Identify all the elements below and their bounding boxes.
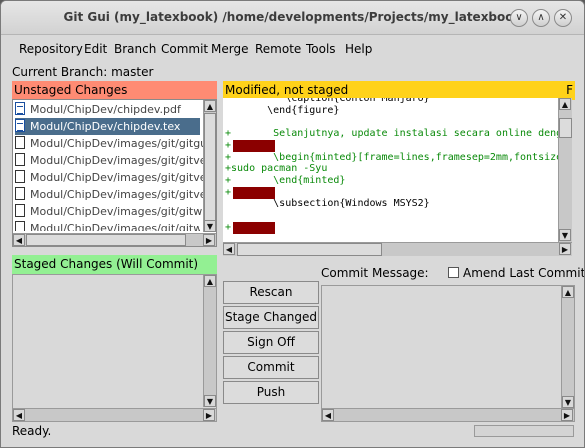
progress-bar: [474, 425, 574, 437]
scroll-right-arrow-icon[interactable]: ▶: [559, 243, 571, 255]
menu-tools[interactable]: Tools: [306, 42, 336, 56]
unstaged-horizontal-scrollbar[interactable]: ◀ ▶: [13, 233, 216, 246]
menu-branch[interactable]: Branch: [114, 42, 156, 56]
stage-changed-button[interactable]: Stage Changed: [223, 306, 319, 329]
diff-horizontal-scrollbar[interactable]: ◀ ▶: [223, 242, 572, 256]
rescan-button[interactable]: Rescan: [223, 281, 319, 304]
scroll-left-arrow-icon[interactable]: ◀: [223, 243, 235, 255]
list-item[interactable]: Modul/ChipDev/chipdev.pdf: [15, 101, 200, 118]
scroll-thumb[interactable]: [204, 113, 216, 221]
close-button[interactable]: ✕: [554, 9, 572, 27]
document-icon: [15, 102, 25, 115]
list-item[interactable]: Modul/ChipDev/images/git/gitwinma: [15, 220, 200, 231]
list-item[interactable]: Modul/ChipDev/images/git/gitgui.pn: [15, 135, 216, 152]
commit-horizontal-scrollbar[interactable]: ◀ ▶: [322, 408, 574, 421]
window-title: Git Gui (my_latexbook) /home/development…: [63, 10, 522, 24]
file-icon: [15, 136, 25, 149]
diff-line: \end{figure}: [225, 104, 340, 116]
diff-view[interactable]: \caption{Contoh Manjaro} \end{figure} + S…: [223, 98, 558, 242]
scroll-down-arrow-icon[interactable]: ▼: [204, 220, 216, 232]
diff-vertical-scrollbar[interactable]: ▲ ▼: [558, 98, 572, 242]
scroll-thumb[interactable]: [26, 234, 186, 246]
scroll-up-arrow-icon[interactable]: ▲: [204, 275, 216, 287]
scroll-thumb[interactable]: [237, 243, 382, 256]
scroll-down-arrow-icon[interactable]: ▼: [204, 395, 216, 407]
document-icon: [15, 119, 25, 132]
title-bar: Git Gui (my_latexbook) /home/development…: [1, 1, 584, 35]
unstaged-vertical-scrollbar[interactable]: ▲ ▼: [203, 100, 216, 232]
file-icon: [15, 221, 25, 231]
scroll-up-arrow-icon[interactable]: ▲: [562, 286, 574, 298]
scroll-thumb[interactable]: [559, 118, 572, 138]
amend-checkbox[interactable]: [448, 267, 459, 278]
diff-status: Modified, not staged: [225, 83, 349, 97]
list-item[interactable]: Modul/ChipDev/images/git/gitverwi: [15, 186, 216, 203]
list-item[interactable]: Modul/ChipDev/images/git/gitwinins: [15, 203, 216, 220]
maximize-button[interactable]: ∧: [532, 9, 550, 27]
file-icon: [15, 170, 25, 183]
scroll-right-arrow-icon[interactable]: ▶: [561, 409, 573, 421]
menu-merge[interactable]: Merge: [211, 42, 248, 56]
current-branch: Current Branch: master: [12, 65, 153, 79]
commit-button[interactable]: Commit: [223, 356, 319, 379]
scroll-up-arrow-icon[interactable]: ▲: [559, 98, 571, 110]
file-icon: [15, 204, 25, 217]
file-icon: [15, 153, 25, 166]
scroll-left-arrow-icon[interactable]: ◀: [13, 234, 25, 246]
menu-help[interactable]: Help: [345, 42, 372, 56]
push-button[interactable]: Push: [223, 381, 319, 404]
unstaged-file-list[interactable]: Modul/ChipDev/chipdev.pdf Modul/ChipDev/…: [12, 99, 217, 247]
menu-repository[interactable]: Repository: [19, 42, 83, 56]
chevron-down-icon: ∨: [515, 12, 523, 23]
minimize-button[interactable]: ∨: [510, 9, 528, 27]
staged-changes-header: Staged Changes (Will Commit): [12, 255, 217, 274]
staged-horizontal-scrollbar[interactable]: ◀ ▶: [13, 408, 216, 421]
list-item[interactable]: Modul/ChipDev/images/git/gitvergn: [15, 152, 216, 169]
amend-label: Amend Last Commit: [463, 266, 585, 280]
trailing-whitespace-marker: [233, 221, 275, 234]
staged-file-list[interactable]: ▲ ▼ ◀ ▶: [12, 274, 217, 422]
scroll-down-arrow-icon[interactable]: ▼: [559, 229, 571, 241]
commit-message-label: Commit Message:: [321, 266, 429, 280]
commit-vertical-scrollbar[interactable]: ▲ ▼: [561, 286, 574, 408]
scroll-right-arrow-icon[interactable]: ▶: [203, 234, 215, 246]
commit-message-input[interactable]: ▲ ▼ ◀ ▶: [321, 285, 575, 422]
file-icon: [15, 187, 25, 200]
diff-line: \subsection{Windows MSYS2}: [225, 198, 430, 210]
scroll-right-arrow-icon[interactable]: ▶: [203, 409, 215, 421]
menu-remote[interactable]: Remote: [255, 42, 301, 56]
scroll-down-arrow-icon[interactable]: ▼: [562, 396, 574, 408]
list-item[interactable]: Modul/ChipDev/images/git/gitverms: [15, 169, 216, 186]
scroll-left-arrow-icon[interactable]: ◀: [322, 409, 334, 421]
close-icon: ✕: [558, 12, 568, 23]
menu-edit[interactable]: Edit: [84, 42, 107, 56]
sign-off-button[interactable]: Sign Off: [223, 331, 319, 354]
git-gui-window: Git Gui (my_latexbook) /home/development…: [0, 0, 585, 448]
menu-commit[interactable]: Commit: [161, 42, 208, 56]
scroll-up-arrow-icon[interactable]: ▲: [204, 100, 216, 112]
menu-bar: Repository Edit Branch Commit Merge Remo…: [1, 36, 584, 62]
chevron-up-icon: ∧: [537, 12, 545, 23]
current-branch-value: master: [111, 65, 154, 79]
status-text: Ready.: [12, 424, 52, 438]
scroll-left-arrow-icon[interactable]: ◀: [13, 409, 25, 421]
list-item[interactable]: Modul/ChipDev/chipdev.tex: [15, 118, 200, 135]
current-branch-label: Current Branch:: [12, 65, 108, 79]
unstaged-changes-header: Unstaged Changes: [12, 81, 217, 100]
staged-vertical-scrollbar[interactable]: ▲ ▼: [203, 275, 216, 407]
